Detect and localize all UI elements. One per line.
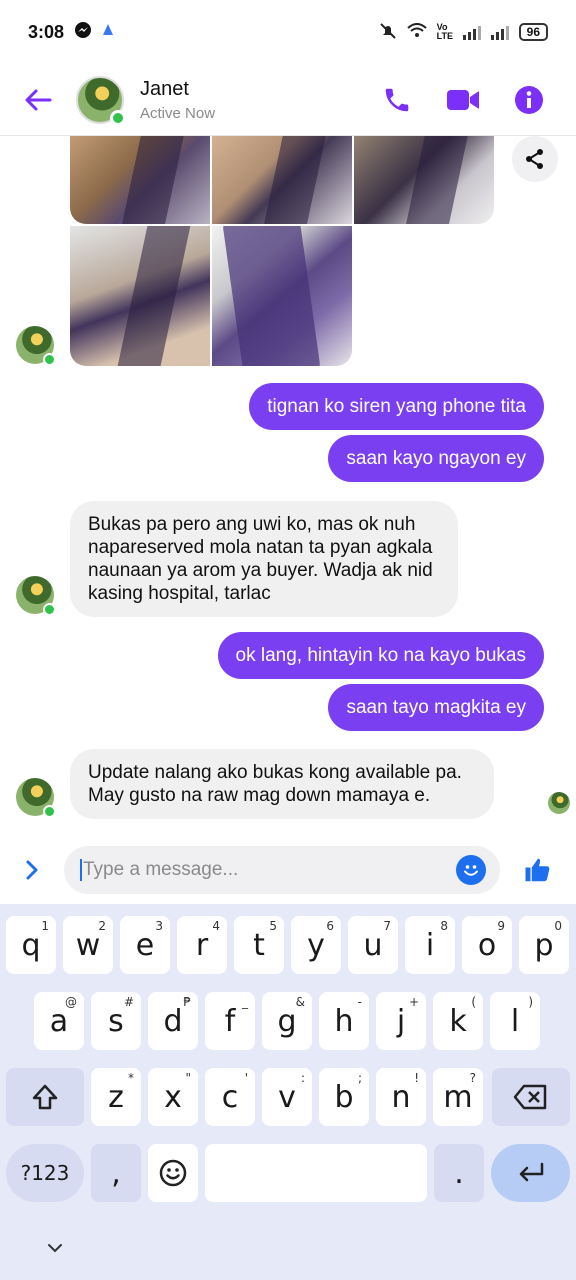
contact-info[interactable]: Janet Active Now [140, 78, 215, 122]
chevron-down-icon [48, 1244, 62, 1253]
share-button[interactable] [512, 136, 558, 182]
message-input[interactable]: Type a message... [64, 846, 500, 894]
video-call-icon[interactable] [446, 87, 480, 113]
photo-attachment[interactable] [70, 136, 210, 224]
contact-status: Active Now [140, 104, 216, 122]
key-v[interactable]: v: [262, 1068, 312, 1126]
period-key[interactable]: . [434, 1144, 484, 1202]
wifi-icon [406, 22, 427, 42]
phone-icon[interactable] [382, 85, 412, 115]
key-b[interactable]: b; [319, 1068, 369, 1126]
key-l[interactable]: l) [490, 992, 540, 1050]
like-button[interactable] [500, 855, 576, 885]
seen-indicator-avatar [548, 792, 570, 814]
contact-name: Janet [140, 77, 189, 100]
text-cursor [80, 859, 82, 881]
backspace-icon [513, 1084, 547, 1110]
expand-actions-button[interactable] [0, 858, 64, 882]
status-time: 3:08 [28, 21, 65, 42]
mute-icon [379, 22, 397, 43]
sender-avatar[interactable] [16, 778, 56, 818]
comma-key[interactable]: , [91, 1144, 141, 1202]
signal-icon-2 [490, 24, 509, 40]
key-d[interactable]: d ₱ [148, 992, 198, 1050]
key-a[interactable]: a @ [34, 992, 84, 1050]
incoming-message[interactable]: Update nalang ako bukas kong available p… [70, 749, 494, 819]
message-list[interactable]: tignan ko siren yang phone tita saan kay… [0, 136, 576, 832]
key-w[interactable]: w2 [63, 916, 113, 974]
key-f[interactable]: f _ [205, 992, 255, 1050]
key-z[interactable]: z * [91, 1068, 141, 1126]
symbols-key[interactable]: ?123 [6, 1144, 84, 1202]
online-indicator [110, 109, 126, 126]
key-s[interactable]: s # [91, 992, 141, 1050]
keyboard-collapse-button[interactable] [46, 1238, 64, 1259]
key-u[interactable]: u7 [348, 916, 398, 974]
messenger-icon [74, 21, 92, 44]
back-button[interactable] [0, 64, 76, 136]
outgoing-message[interactable]: tignan ko siren yang phone tita [249, 383, 544, 430]
photo-attachment[interactable] [354, 136, 494, 224]
key-i[interactable]: i8 [405, 916, 455, 974]
key-k[interactable]: k( [433, 992, 483, 1050]
key-j[interactable]: j + [376, 992, 426, 1050]
message-input-placeholder: Type a message... [83, 859, 239, 880]
smiley-icon [464, 865, 478, 876]
outgoing-message[interactable]: saan tayo magkita ey [328, 684, 544, 731]
enter-icon [519, 1162, 543, 1182]
key-x[interactable]: x " [148, 1068, 198, 1126]
key-g[interactable]: g & [262, 992, 312, 1050]
arrow-left-icon [25, 89, 52, 110]
volte-label: Vo LTE [436, 22, 453, 41]
key-h[interactable]: h- [319, 992, 369, 1050]
emoji-key[interactable] [148, 1144, 198, 1202]
on-screen-keyboard: q1 w2 e3 r4 t5 y6 u7 i8 o9 p0 a @ s # d ₱ f… [0, 904, 576, 1280]
key-o[interactable]: o9 [462, 916, 512, 974]
app-notification-icon [100, 22, 116, 43]
key-m[interactable]: m? [433, 1068, 483, 1126]
chevron-right-icon [26, 860, 38, 880]
shift-icon [32, 1084, 58, 1110]
incoming-message[interactable]: Bukas pa pero ang uwi ko, mas ok nuh nap… [70, 501, 458, 617]
photo-attachment[interactable] [212, 136, 352, 224]
status-bar: 3:08 Vo LTE 96 [0, 0, 576, 64]
chat-header: Janet Active Now [0, 64, 576, 136]
backspace-key[interactable] [492, 1068, 570, 1126]
shift-key[interactable] [6, 1068, 84, 1126]
battery-indicator: 96 [518, 23, 548, 41]
key-q[interactable]: q1 [6, 916, 56, 974]
message-composer: Type a message... [0, 836, 576, 904]
photo-attachment[interactable] [70, 226, 210, 366]
photo-attachment[interactable] [212, 226, 352, 366]
signal-icon [462, 24, 481, 40]
enter-key[interactable] [491, 1144, 570, 1202]
sender-avatar[interactable] [16, 326, 56, 366]
emoji-icon [159, 1159, 187, 1187]
key-e[interactable]: e3 [120, 916, 170, 974]
info-icon[interactable] [514, 85, 544, 115]
share-icon [526, 149, 543, 169]
emoji-button[interactable] [456, 855, 486, 885]
outgoing-message[interactable]: ok lang, hintayin ko na kayo bukas [217, 632, 544, 679]
thumbs-up-icon [525, 858, 550, 882]
key-t[interactable]: t5 [234, 916, 284, 974]
outgoing-message[interactable]: saan kayo ngayon ey [328, 435, 544, 482]
space-key[interactable] [205, 1144, 427, 1202]
key-c[interactable]: c ' [205, 1068, 255, 1126]
key-y[interactable]: y6 [291, 916, 341, 974]
contact-avatar[interactable] [76, 75, 126, 126]
key-p[interactable]: p0 [519, 916, 569, 974]
sender-avatar[interactable] [16, 576, 56, 616]
key-n[interactable]: n! [376, 1068, 426, 1126]
key-r[interactable]: r4 [177, 916, 227, 974]
